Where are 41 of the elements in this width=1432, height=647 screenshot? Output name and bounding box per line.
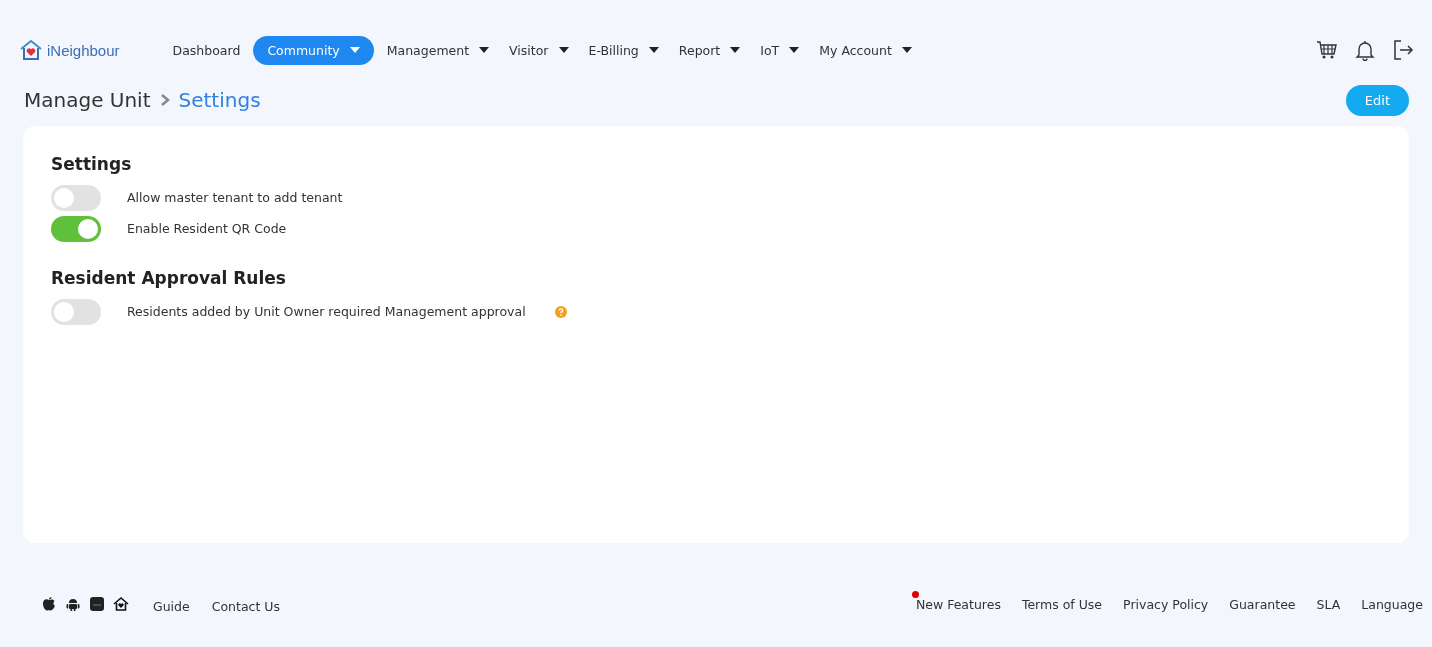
house-heart-icon[interactable] xyxy=(113,595,129,612)
toggle-label: Residents added by Unit Owner required Management approval xyxy=(127,304,526,319)
caret-icon xyxy=(789,47,800,53)
nav-tab[interactable]: IoT xyxy=(753,35,807,65)
footer-link[interactable]: Contact Us xyxy=(211,599,280,614)
nav-tab[interactable]: Report xyxy=(671,35,748,65)
footer-link[interactable]: Guarantee xyxy=(1229,597,1296,612)
nav-tab[interactable]: Visitor xyxy=(502,35,576,65)
breadcrumb-item[interactable]: Manage Unit xyxy=(24,88,151,112)
bell-icon[interactable] xyxy=(1354,39,1376,61)
caret-icon xyxy=(901,47,912,53)
footer-link[interactable]: Language xyxy=(1361,597,1423,612)
footer-link[interactable]: SLA xyxy=(1316,597,1341,612)
house-heart-icon xyxy=(19,39,43,61)
nav-tab[interactable]: Dashboard xyxy=(165,35,248,65)
nav-tab[interactable]: E-Billing xyxy=(581,35,666,65)
caret-icon xyxy=(479,47,490,53)
caret-icon xyxy=(349,47,360,53)
caret-icon xyxy=(558,47,569,53)
brand-name[interactable]: iNeighbour xyxy=(47,41,120,59)
section-title: Resident Approval Rules xyxy=(51,268,287,288)
footer-link[interactable]: New Features xyxy=(915,597,1001,612)
toggle-label: Enable Resident QR Code xyxy=(127,221,287,236)
toggle-switch[interactable] xyxy=(51,298,101,325)
app-tile-icon[interactable] xyxy=(89,595,105,612)
logout-icon[interactable] xyxy=(1392,39,1414,61)
caret-icon xyxy=(730,47,741,53)
footer-link[interactable]: Terms of Use xyxy=(1021,597,1103,612)
breadcrumb-item: Settings xyxy=(178,88,261,112)
footer-link[interactable]: Privacy Policy xyxy=(1123,597,1209,612)
section-title: Settings xyxy=(51,154,133,174)
cart-icon[interactable] xyxy=(1316,39,1338,61)
apple-icon[interactable] xyxy=(41,595,57,612)
caret-icon xyxy=(648,47,659,53)
nav-tab[interactable]: Community xyxy=(253,35,374,65)
footer-link[interactable]: Guide xyxy=(153,599,190,614)
toggle-switch[interactable] xyxy=(51,184,101,211)
nav-tab[interactable]: My Account xyxy=(812,35,919,65)
nav-tab[interactable]: Management xyxy=(379,35,497,65)
toggle-label: Allow master tenant to add tenant xyxy=(127,190,343,205)
toggle-switch[interactable] xyxy=(51,215,101,242)
